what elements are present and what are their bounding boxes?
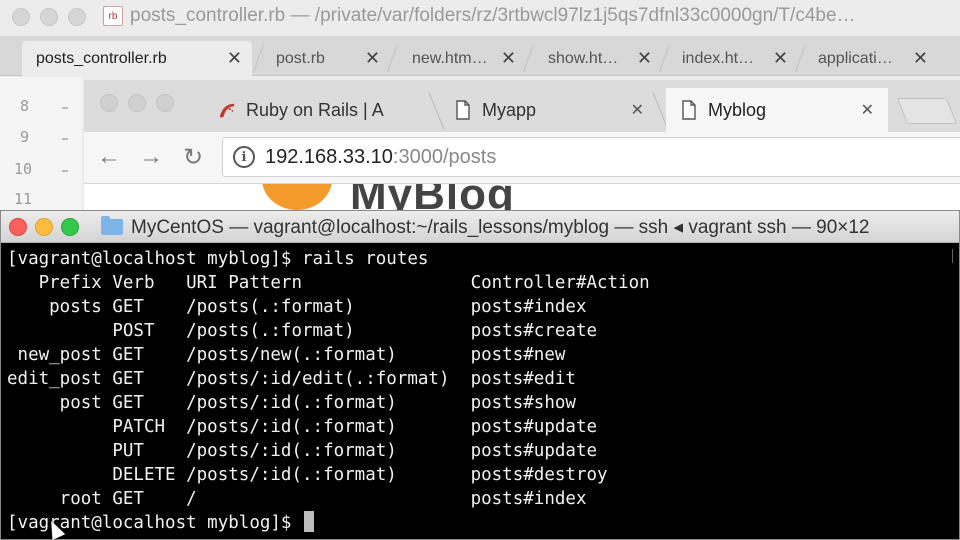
editor-minimize-button[interactable] xyxy=(40,8,58,26)
editor-titlebar: rb posts_controller.rb — /private/var/fo… xyxy=(0,0,960,34)
terminal-line: posts GET /posts(.:format) posts#index xyxy=(7,297,587,317)
editor-window-controls xyxy=(0,8,86,26)
editor-tab-label: post.rb xyxy=(276,49,325,67)
browser-tab-myapp[interactable]: Myapp ✕ xyxy=(440,88,658,132)
terminal-line: Prefix Verb URI Pattern Controller#Actio… xyxy=(7,273,650,293)
new-tab-button[interactable] xyxy=(896,98,958,124)
terminal-line: [vagrant@localhost myblog]$ rails routes xyxy=(7,249,429,269)
editor-tab-application[interactable]: applicati… ✕ xyxy=(804,41,938,76)
page-icon xyxy=(456,100,470,120)
editor-tab-label: applicati… xyxy=(818,49,893,67)
terminal-window-controls xyxy=(9,218,79,236)
url-text[interactable]: 192.168.33.10:3000/posts xyxy=(265,146,496,169)
terminal-output[interactable]: [vagrant@localhost myblog]$ rails routes… xyxy=(7,247,953,537)
line-number: 11 xyxy=(14,190,33,208)
rails-favicon-icon xyxy=(219,103,235,118)
editor-tab-bar: posts_controller.rb ✕ post.rb ✕ new.htm…… xyxy=(0,36,960,76)
forward-button[interactable]: → xyxy=(136,142,166,172)
editor-close-button[interactable] xyxy=(12,8,30,26)
browser-minimize-button[interactable] xyxy=(128,94,146,112)
line-number: 9 xyxy=(20,128,30,146)
editor-zoom-button[interactable] xyxy=(68,8,86,26)
terminal-line: edit_post GET /posts/:id/edit(.:format) … xyxy=(7,369,576,389)
close-icon[interactable]: ✕ xyxy=(365,48,380,69)
terminal-minimize-button[interactable] xyxy=(35,218,53,236)
terminal-prompt-line[interactable]: [vagrant@localhost myblog]$ xyxy=(7,511,953,535)
browser-toolbar: ← → ↻ i 192.168.33.10:3000/posts xyxy=(84,132,960,184)
terminal-line: DELETE /posts/:id(.:format) posts#destro… xyxy=(7,465,608,485)
browser-window-controls xyxy=(100,94,174,112)
terminal-window: MyCentOS — vagrant@localhost:~/rails_les… xyxy=(0,210,960,540)
editor-tab-show[interactable]: show.ht… ✕ xyxy=(534,41,662,76)
fold-marker xyxy=(62,170,68,172)
close-icon[interactable]: ✕ xyxy=(501,48,516,69)
editor-tab-post[interactable]: post.rb ✕ xyxy=(262,41,390,76)
terminal-line: PATCH /posts/:id(.:format) posts#update xyxy=(7,417,598,437)
editor-tab-new[interactable]: new.htm… ✕ xyxy=(398,41,526,76)
browser-close-button[interactable] xyxy=(100,94,118,112)
close-icon[interactable]: ✕ xyxy=(637,48,652,69)
terminal-line: post GET /posts/:id(.:format) posts#show xyxy=(7,393,576,413)
editor-tab-label: show.ht… xyxy=(548,49,619,67)
terminal-zoom-button[interactable] xyxy=(61,218,79,236)
site-logo-icon xyxy=(262,184,332,210)
address-bar[interactable]: i 192.168.33.10:3000/posts xyxy=(222,137,960,177)
terminal-titlebar: MyCentOS — vagrant@localhost:~/rails_les… xyxy=(1,211,959,243)
editor-gutter: 8 9 10 11 xyxy=(0,77,82,217)
url-path: :3000/posts xyxy=(392,145,497,168)
terminal-line: new_post GET /posts/new(.:format) posts#… xyxy=(7,345,566,365)
browser-zoom-button[interactable] xyxy=(156,94,174,112)
editor-tab-index[interactable]: index.ht… ✕ xyxy=(668,41,798,76)
close-icon[interactable]: ✕ xyxy=(631,100,644,120)
terminal-line: PUT /posts/:id(.:format) posts#update xyxy=(7,441,598,461)
page-icon xyxy=(682,100,696,120)
terminal-line: POST /posts(.:format) posts#create xyxy=(7,321,598,341)
terminal-scroll-marker xyxy=(949,249,953,263)
editor-tab-label: new.htm… xyxy=(412,49,488,67)
browser-tab-ruby-on-rails[interactable]: Ruby on Rails | A xyxy=(204,88,432,132)
terminal-close-button[interactable] xyxy=(9,218,27,236)
editor-tab-label: index.ht… xyxy=(682,49,755,67)
ruby-file-icon: rb xyxy=(103,6,123,26)
editor-window-title: posts_controller.rb — /private/var/folde… xyxy=(130,5,856,26)
line-number: 10 xyxy=(14,160,33,178)
browser-window: Ruby on Rails | A Myapp ✕ Myblog ✕ ← → ↻… xyxy=(84,80,960,220)
terminal-line: root GET / posts#index xyxy=(7,489,587,509)
fold-marker xyxy=(62,138,68,140)
browser-tab-label: Ruby on Rails | A xyxy=(246,99,384,120)
browser-tab-myblog[interactable]: Myblog ✕ xyxy=(666,88,888,132)
close-icon[interactable]: ✕ xyxy=(227,48,242,69)
url-host: 192.168.33.10 xyxy=(265,145,393,168)
editor-tab-label: posts_controller.rb xyxy=(36,49,167,67)
back-button[interactable]: ← xyxy=(94,142,124,172)
close-icon[interactable]: ✕ xyxy=(773,48,788,69)
line-number: 8 xyxy=(20,97,30,115)
browser-tab-bar: Ruby on Rails | A Myapp ✕ Myblog ✕ xyxy=(84,80,960,132)
close-icon[interactable]: ✕ xyxy=(861,100,874,120)
folder-icon xyxy=(101,216,123,235)
info-icon[interactable]: i xyxy=(233,146,255,168)
browser-tab-label: Myapp xyxy=(482,99,537,120)
reload-button[interactable]: ↻ xyxy=(178,142,208,172)
text-cursor xyxy=(304,511,315,532)
browser-tab-label: Myblog xyxy=(708,99,767,120)
close-icon[interactable]: ✕ xyxy=(913,48,928,69)
editor-tab-posts-controller[interactable]: posts_controller.rb ✕ xyxy=(22,41,252,76)
fold-marker xyxy=(62,107,68,109)
terminal-window-title: MyCentOS — vagrant@localhost:~/rails_les… xyxy=(131,217,870,238)
